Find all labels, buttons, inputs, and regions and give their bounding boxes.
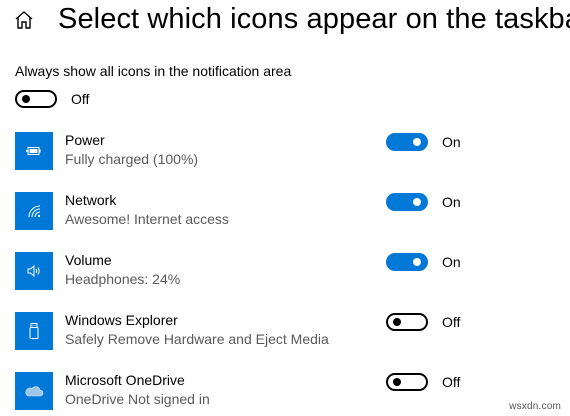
- onedrive-tile: [15, 372, 53, 410]
- windows-explorer-status: Safely Remove Hardware and Eject Media: [65, 331, 329, 347]
- network-tile: [15, 192, 53, 230]
- toggle-knob: [413, 138, 421, 146]
- battery-icon: [26, 147, 41, 155]
- toggle-knob: [393, 378, 401, 386]
- volume-toggle[interactable]: [386, 253, 428, 271]
- always-show-all-icons-label: Always show all icons in the notificatio…: [15, 63, 292, 79]
- volume-tile: [15, 252, 53, 290]
- always-show-all-icons-setting: Off: [15, 90, 89, 108]
- always-show-all-icons-toggle[interactable]: [15, 90, 57, 108]
- row-network: Network Awesome! Internet access On: [15, 192, 555, 236]
- power-name: Power: [65, 132, 105, 148]
- volume-toggle-setting: On: [386, 252, 461, 272]
- cloud-icon: [25, 386, 44, 397]
- windows-explorer-tile: [15, 312, 53, 350]
- toggle-state-label: Off: [442, 374, 461, 390]
- toggle-state-label: On: [442, 254, 461, 270]
- toggle-state-label: On: [442, 194, 461, 210]
- toggle-knob: [22, 95, 30, 103]
- windows-explorer-toggle-setting: Off: [386, 312, 460, 332]
- page-title: Select which icons appear on the taskbar: [58, 3, 570, 35]
- onedrive-name: Microsoft OneDrive: [65, 372, 185, 388]
- toggle-knob: [393, 318, 401, 326]
- toggle-state-label: On: [442, 134, 461, 150]
- windows-explorer-toggle[interactable]: [386, 313, 428, 331]
- onedrive-toggle[interactable]: [386, 373, 428, 391]
- toggle-state-label: Off: [442, 314, 461, 330]
- network-name: Network: [65, 192, 117, 208]
- network-toggle-setting: On: [386, 192, 461, 212]
- row-power: Power Fully charged (100%) On: [15, 132, 555, 176]
- power-tile: [15, 132, 53, 170]
- onedrive-toggle-setting: Off: [386, 372, 460, 392]
- row-microsoft-onedrive: Microsoft OneDrive OneDrive Not signed i…: [15, 372, 555, 416]
- onedrive-status: OneDrive Not signed in: [65, 391, 210, 407]
- network-status: Awesome! Internet access: [65, 211, 229, 227]
- power-toggle[interactable]: [386, 133, 428, 151]
- toggle-knob: [413, 198, 421, 206]
- toggle-knob: [413, 258, 421, 266]
- usb-drive-icon: [29, 323, 39, 339]
- watermark: wsxdn.com: [509, 401, 561, 412]
- speaker-icon: [27, 264, 40, 278]
- home-icon[interactable]: [12, 8, 36, 32]
- network-toggle[interactable]: [386, 193, 428, 211]
- toggle-state-label: Off: [71, 91, 90, 107]
- power-toggle-setting: On: [386, 132, 461, 152]
- volume-name: Volume: [65, 252, 112, 268]
- row-volume: Volume Headphones: 24% On: [15, 252, 555, 296]
- wifi-icon: [28, 205, 41, 218]
- row-windows-explorer: Windows Explorer Safely Remove Hardware …: [15, 312, 555, 356]
- windows-explorer-name: Windows Explorer: [65, 312, 178, 328]
- volume-status: Headphones: 24%: [65, 271, 181, 287]
- power-status: Fully charged (100%): [65, 151, 199, 167]
